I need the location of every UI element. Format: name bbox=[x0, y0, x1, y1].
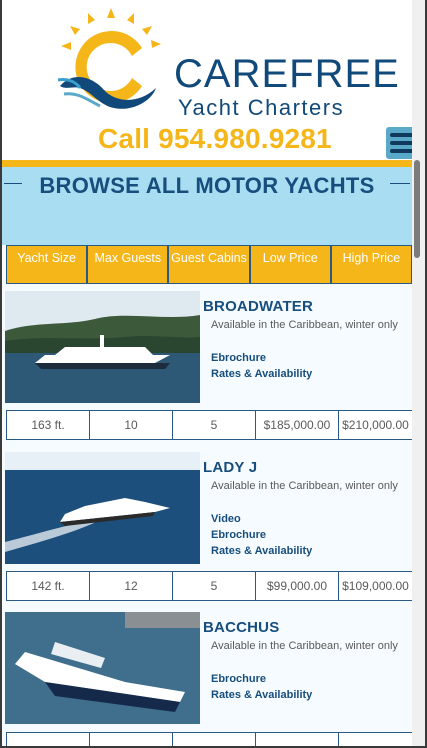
table-column-headers: Yacht Size Max Guests Guest Cabins Low P… bbox=[6, 245, 413, 284]
yacht-availability: Available in the Caribbean, winter only bbox=[211, 480, 398, 492]
yacht-name-link[interactable]: BACCHUS bbox=[203, 619, 279, 636]
table-row: 142 ft. 12 5 $99,000.00 $109,000.00 bbox=[6, 571, 412, 601]
scrollbar-track[interactable] bbox=[412, 0, 425, 746]
cell-high-price bbox=[338, 733, 412, 746]
brand-subtitle: Yacht Charters bbox=[178, 95, 345, 120]
yacht-photo[interactable] bbox=[5, 291, 200, 403]
browse-banner: BROWSE ALL MOTOR YACHTS bbox=[2, 167, 412, 245]
phone-number-link[interactable]: Call 954.980.9281 bbox=[98, 125, 332, 153]
yacht-availability: Available in the Caribbean, winter only bbox=[211, 319, 398, 331]
scrollbar-thumb[interactable] bbox=[414, 160, 420, 258]
cell-guest-cabins: 5 bbox=[172, 572, 255, 600]
cell-low-price: $185,000.00 bbox=[255, 411, 338, 439]
cell-max-guests: 10 bbox=[89, 411, 172, 439]
ebrochure-link[interactable]: Ebrochure bbox=[211, 352, 266, 364]
yacht-availability: Available in the Caribbean, winter only bbox=[211, 640, 398, 652]
column-header-yacht-size[interactable]: Yacht Size bbox=[6, 245, 88, 284]
cell-high-price: $210,000.00 bbox=[338, 411, 412, 439]
cell-low-price: $99,000.00 bbox=[255, 572, 338, 600]
cell-yacht-size: 142 ft. bbox=[6, 572, 89, 600]
header-divider bbox=[2, 160, 412, 167]
cell-high-price: $109,000.00 bbox=[338, 572, 412, 600]
brand-name: CAREFREE bbox=[174, 52, 400, 96]
column-header-high-price[interactable]: High Price bbox=[330, 245, 413, 284]
table-row: 163 ft. 10 5 $185,000.00 $210,000.00 bbox=[6, 410, 412, 440]
yacht-photo[interactable] bbox=[5, 452, 200, 564]
ebrochure-link[interactable]: Ebrochure bbox=[211, 673, 266, 685]
cell-max-guests bbox=[89, 733, 172, 746]
cell-yacht-size: 163 ft. bbox=[6, 411, 89, 439]
page-frame: CAREFREE Yacht Charters Call 954.980.928… bbox=[0, 0, 427, 748]
cell-max-guests: 12 bbox=[89, 572, 172, 600]
rates-availability-link[interactable]: Rates & Availability bbox=[211, 368, 312, 380]
column-header-low-price[interactable]: Low Price bbox=[249, 245, 331, 284]
rates-availability-link[interactable]: Rates & Availability bbox=[211, 689, 312, 701]
cell-yacht-size bbox=[6, 733, 89, 746]
video-link[interactable]: Video bbox=[211, 513, 241, 525]
yacht-photo[interactable] bbox=[5, 612, 200, 724]
column-header-guest-cabins[interactable]: Guest Cabins bbox=[168, 245, 250, 284]
table-row bbox=[6, 732, 412, 746]
cell-low-price bbox=[255, 733, 338, 746]
yacht-name-link[interactable]: LADY J bbox=[203, 459, 257, 476]
cell-guest-cabins bbox=[172, 733, 255, 746]
sun-logo-icon[interactable] bbox=[54, 8, 169, 118]
yacht-name-link[interactable]: BROADWATER bbox=[203, 298, 313, 315]
rates-availability-link[interactable]: Rates & Availability bbox=[211, 545, 312, 557]
page-title: BROWSE ALL MOTOR YACHTS bbox=[39, 173, 375, 198]
column-header-max-guests[interactable]: Max Guests bbox=[87, 245, 169, 284]
cell-guest-cabins: 5 bbox=[172, 411, 255, 439]
title-rule-right bbox=[390, 183, 410, 184]
ebrochure-link[interactable]: Ebrochure bbox=[211, 529, 266, 541]
site-header: CAREFREE Yacht Charters Call 954.980.928… bbox=[2, 0, 420, 162]
